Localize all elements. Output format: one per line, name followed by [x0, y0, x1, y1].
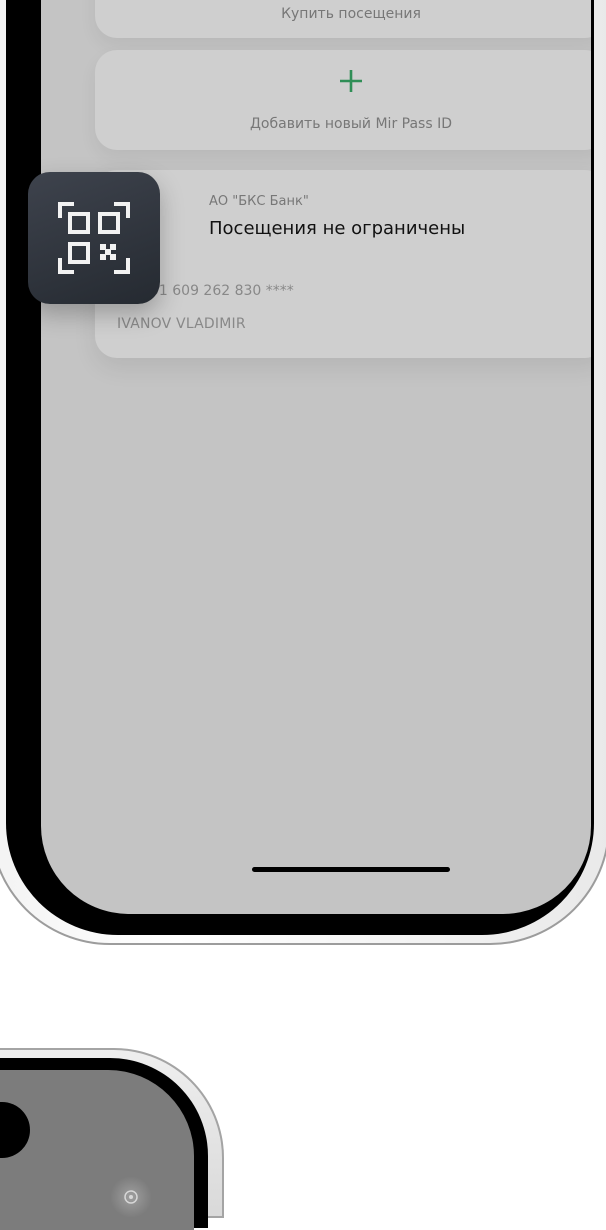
bank-name: АО "БКС Банк" [209, 194, 309, 209]
dynamic-island [0, 1102, 30, 1158]
glow-icon [110, 1176, 152, 1218]
add-mirpass-label: Добавить новый Mir Pass ID [249, 116, 452, 132]
phone-bezel: Купить посещения Добавить новый Mir Pass… [6, 0, 594, 935]
mirpass-card[interactable]: АО "БКС Банк" Посещения не ограничены ID… [95, 170, 591, 358]
buy-visits-button[interactable]: Купить посещения [95, 0, 591, 38]
card-holder-name: IVANOV VLADIMIR [117, 316, 246, 332]
add-mirpass-button[interactable]: Добавить новый Mir Pass ID [95, 50, 591, 150]
visits-status: Посещения не ограничены [209, 218, 466, 239]
plus-icon [95, 66, 591, 96]
qr-code-button[interactable] [28, 172, 160, 304]
phone-screen-bottom [0, 1070, 194, 1230]
phone-screen: Купить посещения Добавить новый Mir Pass… [41, 0, 591, 914]
phone-frame-top: Купить посещения Добавить новый Mir Pass… [0, 0, 606, 945]
buy-visits-label: Купить посещения [281, 6, 421, 22]
home-indicator[interactable] [252, 867, 450, 872]
phone-frame-bottom [0, 1048, 224, 1230]
qr-code-icon [58, 202, 130, 274]
